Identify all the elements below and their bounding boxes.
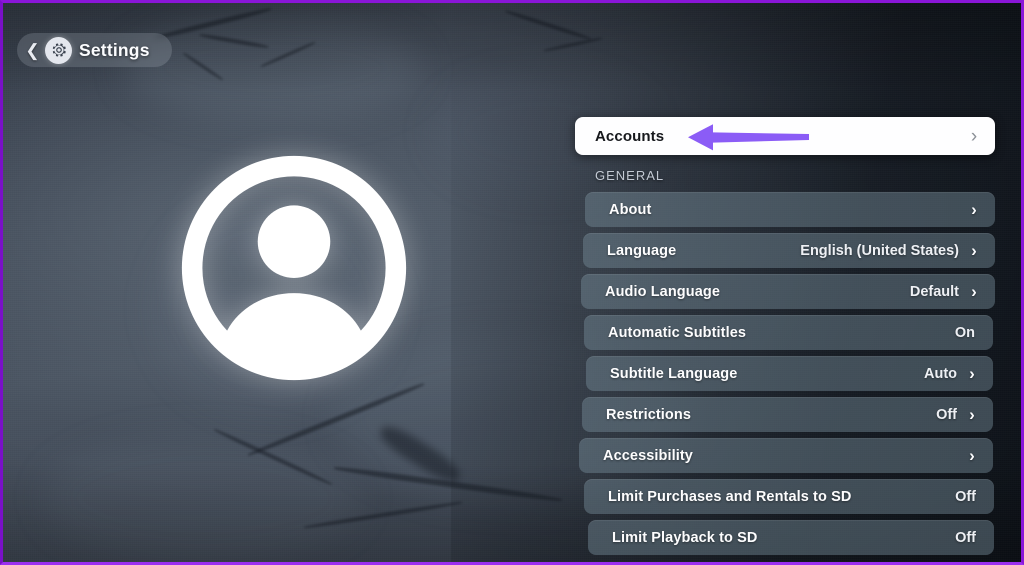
page-title: Settings (79, 39, 150, 60)
chevron-right-icon: › (969, 405, 975, 424)
settings-list: Accounts › GENERAL About › Language Engl… (575, 117, 995, 561)
row-label: Subtitle Language (610, 365, 738, 382)
section-header-general: GENERAL (595, 168, 665, 183)
settings-row-audio-language[interactable]: Audio Language Default › (581, 274, 995, 309)
settings-row-limit-playback-sd[interactable]: Limit Playback to SD Off (588, 520, 994, 555)
settings-row-about[interactable]: About › (585, 192, 995, 227)
chevron-right-icon: › (970, 125, 978, 147)
row-value: English (United States) (800, 242, 959, 259)
row-label: Limit Purchases and Rentals to SD (608, 488, 852, 505)
chevron-right-icon: › (971, 282, 977, 301)
row-label: Accounts (595, 127, 665, 145)
settings-row-accessibility[interactable]: Accessibility › (579, 438, 993, 473)
chevron-right-icon: › (971, 241, 977, 260)
row-label: Limit Playback to SD (612, 529, 758, 546)
settings-row-automatic-subtitles[interactable]: Automatic Subtitles On (584, 315, 993, 350)
settings-row-accounts[interactable]: Accounts › (575, 117, 995, 155)
person-avatar-icon (177, 151, 411, 385)
row-value: On (954, 324, 975, 341)
back-chevron-icon[interactable]: ❮ (25, 41, 39, 59)
gear-icon (45, 36, 72, 64)
row-label: Automatic Subtitles (608, 324, 747, 341)
settings-row-limit-purchases-rentals-sd[interactable]: Limit Purchases and Rentals to SD Off (584, 479, 994, 514)
row-value: Default (909, 283, 959, 300)
row-label: Restrictions (606, 406, 691, 423)
chevron-right-icon: › (971, 200, 977, 219)
row-value: Off (955, 488, 976, 505)
row-label: Audio Language (605, 283, 720, 300)
chevron-right-icon: › (969, 364, 975, 383)
settings-row-subtitle-language[interactable]: Subtitle Language Auto › (586, 356, 993, 391)
row-label: Accessibility (603, 447, 693, 464)
tv-settings-screen: ❮ Settings Accounts › GENERAL About › La… (0, 0, 1024, 565)
row-value: Off (955, 529, 976, 546)
settings-row-language[interactable]: Language English (United States) › (583, 233, 995, 268)
settings-row-restrictions[interactable]: Restrictions Off › (582, 397, 993, 432)
chevron-right-icon: › (969, 446, 975, 465)
settings-header-pill[interactable]: ❮ Settings (17, 33, 172, 67)
row-value: Off (936, 406, 957, 423)
row-value: Auto (923, 365, 957, 382)
row-label: About (609, 201, 652, 218)
row-label: Language (607, 242, 677, 259)
